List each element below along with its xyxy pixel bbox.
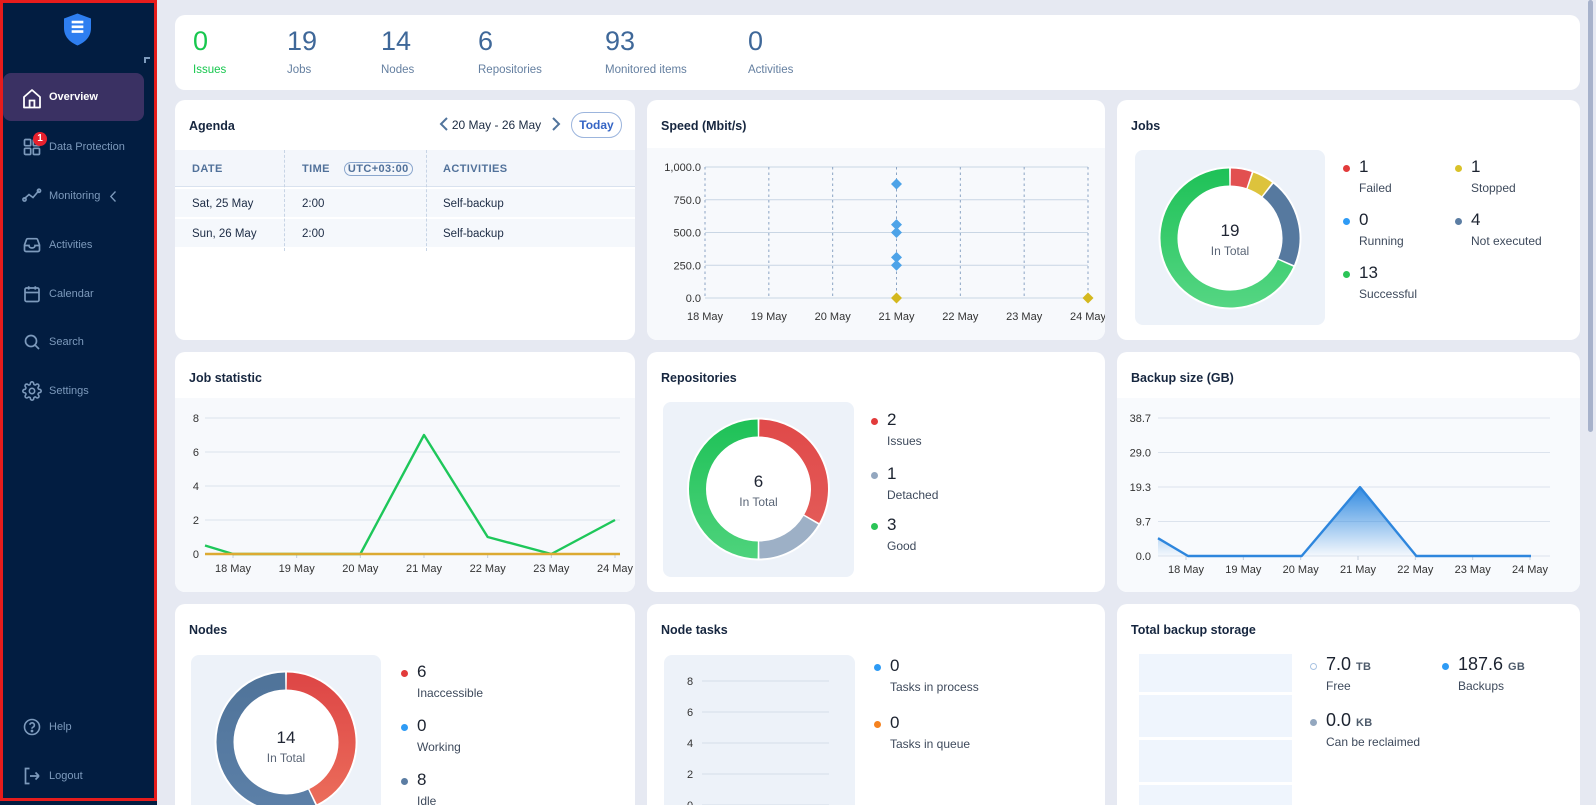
- svg-text:23 May: 23 May: [533, 563, 570, 575]
- svg-text:19 May: 19 May: [279, 563, 316, 575]
- svg-text:20 May: 20 May: [342, 563, 379, 575]
- svg-text:23 May: 23 May: [1006, 311, 1043, 323]
- svg-text:250.0: 250.0: [673, 260, 701, 272]
- svg-text:2: 2: [687, 769, 693, 781]
- svg-text:2: 2: [193, 515, 199, 527]
- svg-text:21 May: 21 May: [878, 311, 915, 323]
- svg-text:18 May: 18 May: [215, 563, 252, 575]
- svg-text:0: 0: [193, 549, 199, 561]
- svg-text:8: 8: [687, 676, 693, 688]
- svg-text:21 May: 21 May: [1340, 564, 1377, 576]
- svg-text:1,000.0: 1,000.0: [664, 162, 701, 174]
- svg-text:20 May: 20 May: [815, 311, 852, 323]
- svg-text:750.0: 750.0: [673, 195, 701, 207]
- svg-text:19 May: 19 May: [1225, 564, 1262, 576]
- svg-text:20 May: 20 May: [1283, 564, 1320, 576]
- svg-text:22 May: 22 May: [942, 311, 979, 323]
- svg-text:18 May: 18 May: [687, 311, 724, 323]
- svg-text:8: 8: [193, 413, 199, 425]
- svg-text:4: 4: [193, 481, 199, 493]
- svg-text:38.7: 38.7: [1130, 413, 1151, 425]
- svg-text:6: 6: [687, 707, 693, 719]
- svg-text:0: 0: [687, 800, 693, 805]
- svg-text:19 May: 19 May: [751, 311, 788, 323]
- svg-text:19.3: 19.3: [1130, 482, 1151, 494]
- svg-text:4: 4: [687, 738, 693, 750]
- svg-text:6: 6: [193, 447, 199, 459]
- svg-text:18 May: 18 May: [1168, 564, 1205, 576]
- svg-text:22 May: 22 May: [470, 563, 507, 575]
- svg-text:0.0: 0.0: [686, 293, 701, 305]
- svg-text:21 May: 21 May: [406, 563, 443, 575]
- svg-text:22 May: 22 May: [1397, 564, 1434, 576]
- svg-text:29.0: 29.0: [1130, 448, 1151, 460]
- svg-text:500.0: 500.0: [673, 228, 701, 240]
- svg-text:23 May: 23 May: [1455, 564, 1492, 576]
- svg-text:24 May: 24 May: [1070, 311, 1105, 323]
- svg-text:24 May: 24 May: [1512, 564, 1549, 576]
- svg-text:0.0: 0.0: [1136, 551, 1151, 563]
- svg-text:9.7: 9.7: [1136, 517, 1151, 529]
- svg-text:24 May: 24 May: [597, 563, 634, 575]
